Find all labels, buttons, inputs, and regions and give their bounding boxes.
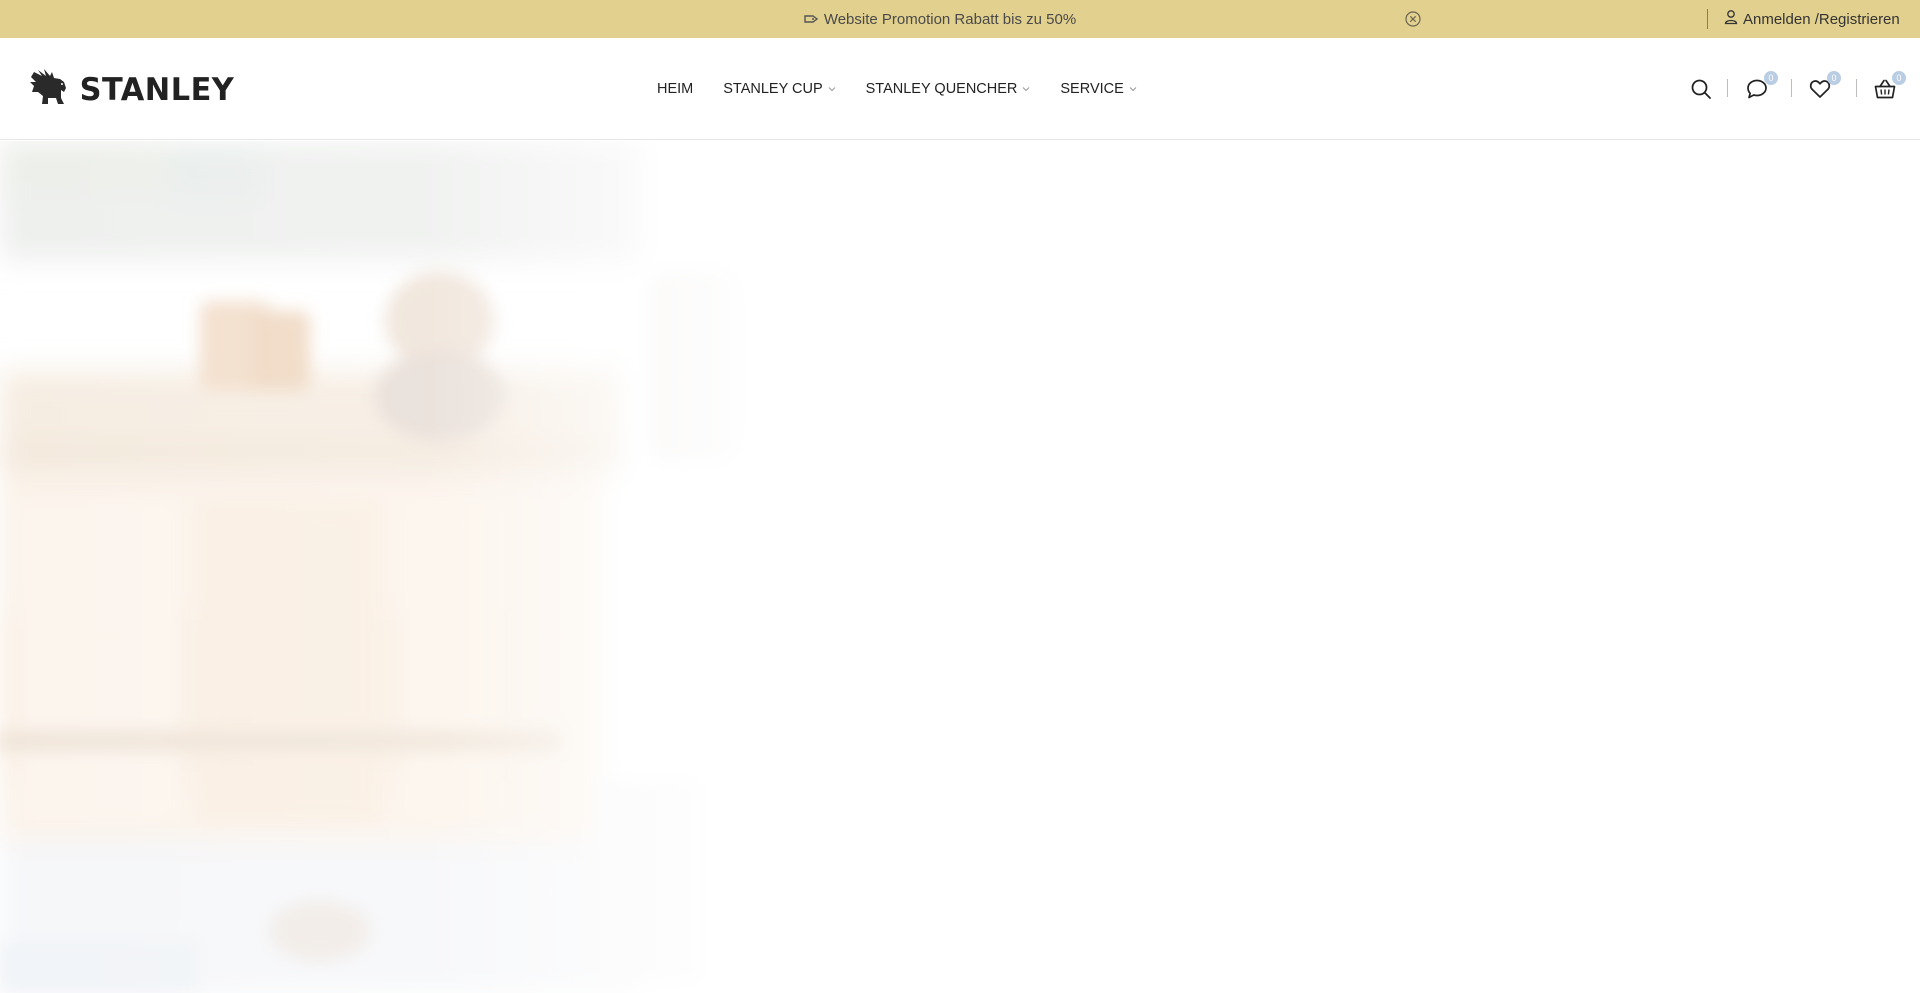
site-header: STANLEY HEIM STANLEY CUP STANLEY QUENCHE… [0, 38, 1920, 140]
header-divider [1791, 79, 1792, 97]
wishlist-count-badge: 0 [1827, 71, 1841, 85]
login-register-link[interactable]: Anmelden /Registrieren [1723, 0, 1900, 38]
promo-divider [1707, 9, 1708, 29]
hero-background-image [0, 141, 780, 993]
price-tag-icon [804, 14, 818, 24]
header-divider [1727, 79, 1728, 97]
compare-count-badge: 0 [1764, 71, 1778, 85]
search-button[interactable] [1689, 77, 1713, 101]
header-icons: 0 0 0 [0, 38, 1920, 140]
wishlist-button[interactable]: 0 [1808, 71, 1841, 101]
compare-button[interactable]: 0 [1745, 71, 1778, 101]
promo-close-button[interactable] [1404, 10, 1422, 28]
cart-count-badge: 0 [1892, 71, 1906, 85]
promo-message[interactable]: Website Promotion Rabatt bis zu 50% [804, 11, 1076, 28]
user-icon [1723, 9, 1739, 29]
promo-bar: Website Promotion Rabatt bis zu 50% Anme… [0, 0, 1920, 38]
login-register-label: Anmelden /Registrieren [1743, 10, 1900, 28]
hero-banner [0, 141, 1920, 993]
cart-button[interactable]: 0 [1873, 71, 1906, 101]
close-circle-icon [1404, 11, 1422, 32]
search-icon [1689, 77, 1713, 101]
promo-center: Website Promotion Rabatt bis zu 50% [0, 0, 1920, 38]
promo-text: Website Promotion Rabatt bis zu 50% [823, 10, 1077, 28]
header-divider [1856, 79, 1857, 97]
